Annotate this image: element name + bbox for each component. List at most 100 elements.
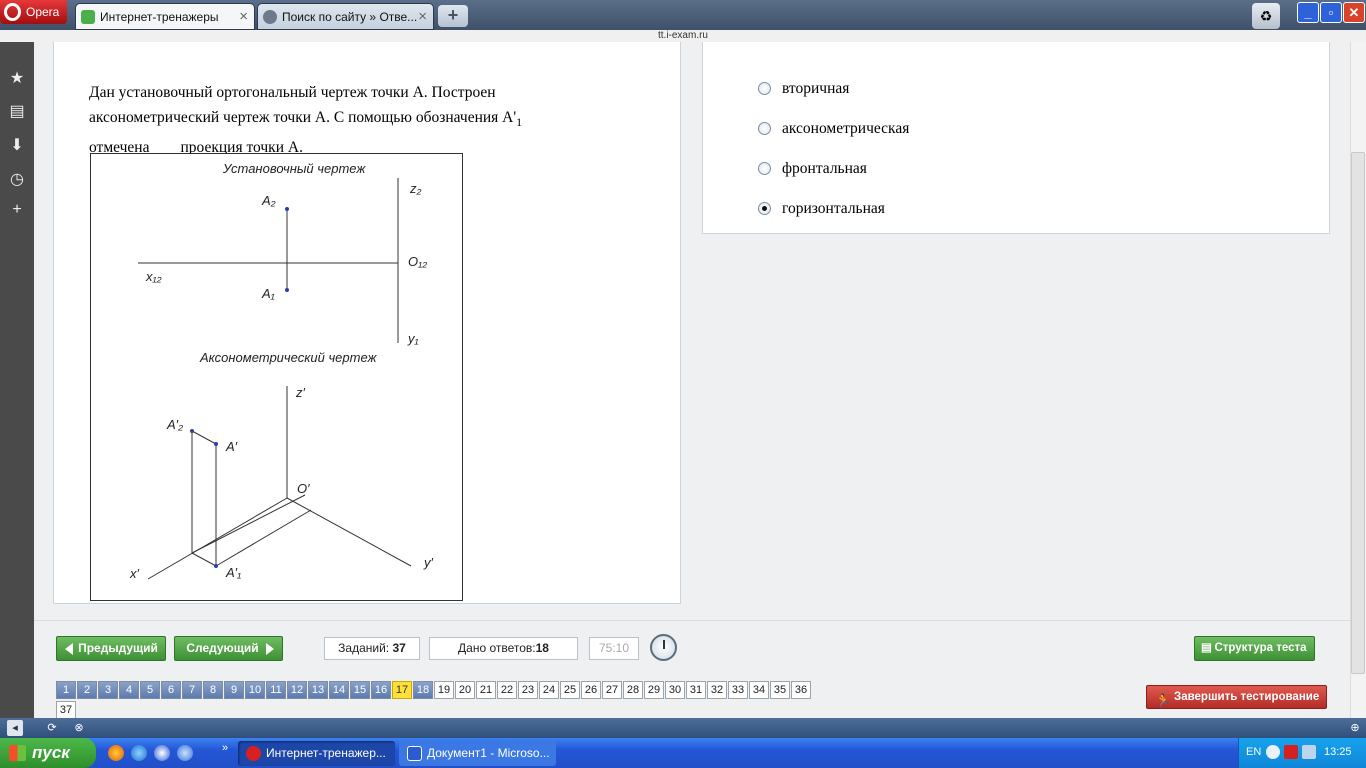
running-man-icon: 🏃	[1155, 693, 1172, 708]
question-number-36[interactable]: 36	[791, 681, 811, 699]
add-panel-icon[interactable]: +	[8, 201, 26, 219]
timer-display: 75:10	[589, 637, 639, 660]
finish-test-button[interactable]: 🏃 Завершить тестирование	[1146, 685, 1327, 709]
taskbar-item-opera[interactable]: Интернет-тренажер...	[238, 741, 395, 766]
point-a-prime	[214, 442, 218, 446]
bookmarks-icon[interactable]: ★	[8, 70, 26, 88]
question-number-5[interactable]: 5	[140, 681, 160, 699]
question-number-12[interactable]: 12	[287, 681, 307, 699]
question-number-1[interactable]: 1	[56, 681, 76, 699]
label-z2: z₂	[409, 181, 422, 196]
quicklaunch-expand-icon[interactable]: »	[222, 742, 228, 754]
label-x12: x₁₂	[145, 269, 162, 284]
question-number-17[interactable]: 17	[392, 681, 412, 699]
question-number-34[interactable]: 34	[749, 681, 769, 699]
toggle-panel-icon[interactable]: ◂	[7, 720, 23, 736]
question-number-7[interactable]: 7	[182, 681, 202, 699]
question-number-4[interactable]: 4	[119, 681, 139, 699]
windows-flag-icon	[9, 745, 26, 761]
zoom-icon[interactable]: ⊕	[1347, 720, 1363, 736]
answer-option-axonometric[interactable]: аксонометрическая	[757, 119, 909, 139]
question-number-33[interactable]: 33	[728, 681, 748, 699]
antivirus-icon[interactable]	[1284, 745, 1298, 759]
radio-button[interactable]	[758, 122, 771, 135]
network-icon[interactable]	[1302, 745, 1316, 759]
question-number-3[interactable]: 3	[98, 681, 118, 699]
opera-logo-icon	[4, 3, 21, 21]
next-button[interactable]: Следующий	[174, 636, 283, 661]
question-number-25[interactable]: 25	[560, 681, 580, 699]
question-number-30[interactable]: 30	[665, 681, 685, 699]
question-number-31[interactable]: 31	[686, 681, 706, 699]
history-icon[interactable]: ◷	[8, 171, 26, 189]
question-number-26[interactable]: 26	[581, 681, 601, 699]
question-number-19[interactable]: 19	[434, 681, 454, 699]
question-number-37[interactable]: 37	[56, 701, 76, 719]
minimize-window-button[interactable]: _	[1297, 2, 1319, 23]
question-number-18[interactable]: 18	[413, 681, 433, 699]
turbo-icon[interactable]: ⊗	[71, 720, 87, 736]
language-indicator[interactable]: EN	[1246, 746, 1261, 758]
maximize-window-button[interactable]: ▫	[1320, 2, 1342, 23]
previous-button[interactable]: Предыдущий	[56, 636, 166, 661]
scrollbar-thumb[interactable]	[1351, 152, 1365, 674]
back-arrow-icon[interactable]	[1266, 745, 1280, 759]
question-number-15[interactable]: 15	[350, 681, 370, 699]
close-tab-icon[interactable]: ×	[239, 4, 248, 29]
messenger-icon[interactable]	[177, 745, 193, 761]
new-tab-button[interactable]: +	[438, 5, 468, 27]
question-number-16[interactable]: 16	[371, 681, 391, 699]
question-number-22[interactable]: 22	[497, 681, 517, 699]
downloads-icon[interactable]: ⬇	[8, 137, 26, 155]
question-number-21[interactable]: 21	[476, 681, 496, 699]
trash-icon[interactable]: ♻	[1252, 3, 1280, 29]
question-number-20[interactable]: 20	[455, 681, 475, 699]
question-number-14[interactable]: 14	[329, 681, 349, 699]
radio-button[interactable]	[758, 162, 771, 175]
start-button[interactable]: пуск	[0, 738, 96, 768]
opera-menu-button[interactable]: Opera	[0, 0, 67, 24]
point-a1	[285, 288, 289, 292]
windows-taskbar	[0, 738, 1366, 768]
close-window-button[interactable]: ✕	[1343, 2, 1365, 23]
label-o-prime: O′	[297, 481, 310, 496]
point-a1-prime	[214, 564, 218, 568]
notes-icon[interactable]: ▤	[8, 103, 26, 121]
tab-site-search[interactable]: Поиск по сайту » Отве... ×	[257, 3, 434, 30]
close-tab-icon[interactable]: ×	[418, 4, 427, 29]
media-player-icon[interactable]	[154, 745, 170, 761]
question-number-13[interactable]: 13	[308, 681, 328, 699]
label-z-prime: z′	[295, 385, 306, 400]
internet-explorer-icon[interactable]	[131, 745, 147, 761]
figure-frame	[90, 153, 463, 601]
answer-option-horizontal[interactable]: горизонтальная	[757, 199, 885, 219]
question-number-9[interactable]: 9	[224, 681, 244, 699]
answer-option-frontal[interactable]: фронтальная	[757, 159, 867, 179]
taskbar-item-word[interactable]: Документ1 - Microso...	[399, 741, 556, 766]
question-number-32[interactable]: 32	[707, 681, 727, 699]
label-y-prime: y′	[423, 555, 434, 570]
question-number-35[interactable]: 35	[770, 681, 790, 699]
question-number-6[interactable]: 6	[161, 681, 181, 699]
radio-button[interactable]	[758, 82, 771, 95]
sync-icon[interactable]: ⟳	[44, 720, 60, 736]
question-number-28[interactable]: 28	[623, 681, 643, 699]
question-number-24[interactable]: 24	[539, 681, 559, 699]
question-number-27[interactable]: 27	[602, 681, 622, 699]
label-a2: A₂	[261, 193, 276, 208]
label-o12: O₁₂	[408, 254, 427, 269]
firefox-icon[interactable]	[108, 745, 124, 761]
radio-button-selected[interactable]	[758, 202, 771, 215]
question-number-8[interactable]: 8	[203, 681, 223, 699]
test-structure-button[interactable]: ▤ Структура теста	[1194, 636, 1315, 661]
address-bar[interactable]: tt.i-exam.ru	[0, 30, 1366, 42]
question-number-23[interactable]: 23	[518, 681, 538, 699]
question-number-10[interactable]: 10	[245, 681, 265, 699]
label-a1: A₁	[261, 286, 275, 301]
question-number-2[interactable]: 2	[77, 681, 97, 699]
question-number-29[interactable]: 29	[644, 681, 664, 699]
tab-internet-trainers[interactable]: Интернет-тренажеры ×	[75, 3, 255, 30]
question-number-11[interactable]: 11	[266, 681, 286, 699]
answer-option-secondary[interactable]: вторичная	[757, 79, 849, 99]
clock-icon	[650, 634, 677, 661]
